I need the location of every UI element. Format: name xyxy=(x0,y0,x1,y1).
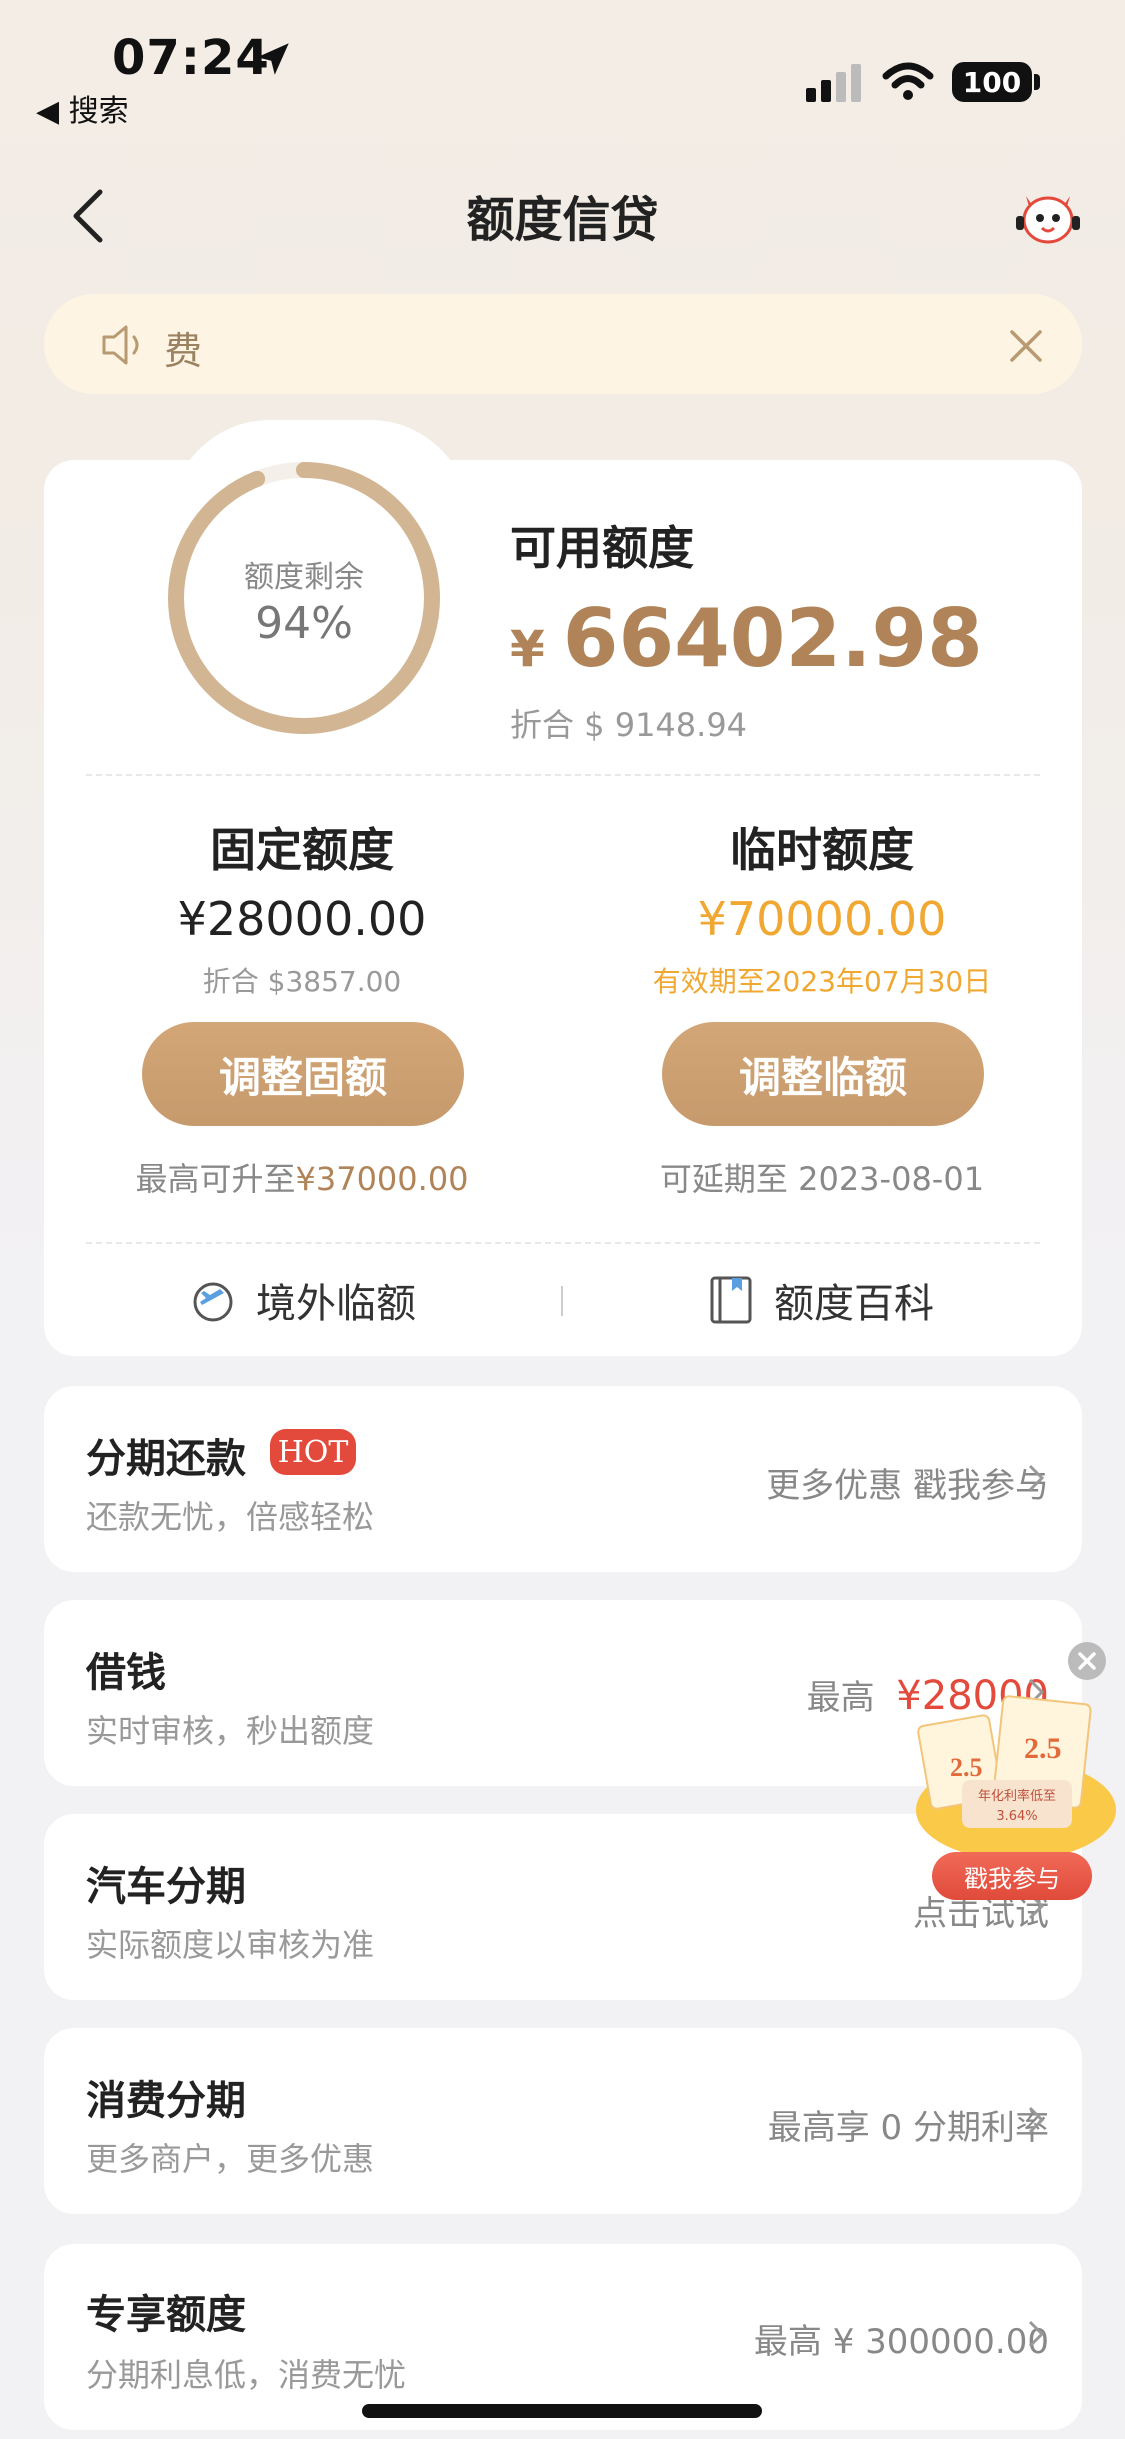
promo-rate-line1: 年化利率低至 xyxy=(978,1788,1056,1804)
fixed-credit-max-note: 最高可升至¥37000.00 xyxy=(42,1154,562,1200)
divider xyxy=(86,1242,1040,1244)
battery-indicator: 100 xyxy=(952,62,1032,102)
row-subtitle: 分期利息低，消费无忧 xyxy=(86,2356,407,2394)
status-time: 07:24 xyxy=(112,30,270,86)
ring-label: 额度剩余 xyxy=(244,560,364,595)
available-credit-usd: 折合 $ 9148.94 xyxy=(510,706,748,744)
battery-tip xyxy=(1034,74,1040,90)
available-amount-value: 66402.98 xyxy=(562,592,983,685)
chevron-right-icon xyxy=(1028,2320,1045,2348)
row-subtitle: 实际额度以审核为准 xyxy=(86,1926,375,1964)
promo-rate-line2: 3.64% xyxy=(996,1809,1037,1824)
row-title: 借钱 xyxy=(86,1650,166,1696)
overseas-temp-credit-link[interactable]: 境外临额 xyxy=(188,1270,416,1330)
promo-figure-big: 2.5 xyxy=(1024,1732,1062,1765)
mascot-assistant-icon[interactable] xyxy=(1012,186,1084,246)
available-credit-label: 可用额度 xyxy=(510,521,694,575)
book-icon xyxy=(710,1276,752,1324)
notice-text: 费 xyxy=(164,329,203,373)
promo-join-button[interactable]: 戳我参与 xyxy=(932,1852,1092,1900)
temp-credit-amount: ¥70000.00 xyxy=(697,892,947,946)
row-subtitle: 还款无忧，倍感轻松 xyxy=(86,1498,375,1536)
fixed-note-prefix: 最高可升至 xyxy=(135,1160,296,1198)
row-subtitle: 实时审核，秒出额度 xyxy=(86,1712,375,1750)
fixed-credit-title: 固定额度 xyxy=(210,823,394,877)
fixed-credit-amount: ¥28000.00 xyxy=(177,892,427,946)
row-title: 专享额度 xyxy=(86,2292,246,2338)
row-subtitle: 更多商户，更多优惠 xyxy=(86,2140,375,2178)
currency-symbol: ¥ xyxy=(510,620,545,678)
cellular-signal-icon xyxy=(806,64,861,102)
back-to-search-link[interactable]: ◀ 搜索 xyxy=(36,86,129,130)
chevron-right-icon xyxy=(1028,1464,1045,1492)
temp-credit-extend-note: 可延期至 2023-08-01 xyxy=(659,1160,985,1198)
promo-close-button[interactable] xyxy=(1068,1642,1106,1680)
row-title: 分期还款 xyxy=(86,1436,246,1482)
hot-badge: HOT xyxy=(270,1429,356,1475)
promo-figure-small: 2.5 xyxy=(950,1753,983,1782)
max-prefix: 最高 xyxy=(806,1678,875,1718)
location-arrow-icon xyxy=(257,43,289,75)
overseas-link-label: 境外临额 xyxy=(256,1281,416,1327)
speaker-icon xyxy=(102,325,139,365)
close-icon[interactable] xyxy=(1006,326,1046,366)
temp-credit-title: 临时额度 xyxy=(730,823,914,877)
home-indicator[interactable] xyxy=(362,2404,762,2418)
link-divider xyxy=(561,1286,563,1316)
wiki-link-label: 额度百科 xyxy=(774,1281,934,1327)
row-right-text: 最高享 0 分期利率 xyxy=(767,2108,1049,2148)
divider xyxy=(86,774,1040,776)
adjust-temp-credit-button[interactable]: 调整临额 xyxy=(662,1022,984,1126)
available-credit-amount: ¥66402.98 xyxy=(510,592,983,685)
page-title: 额度信贷 xyxy=(466,192,659,248)
ring-percent: 94% xyxy=(255,598,353,649)
temp-credit-validity: 有效期至2023年07月30日 xyxy=(652,965,992,998)
row-title: 消费分期 xyxy=(86,2078,246,2124)
credit-wiki-link[interactable]: 额度百科 xyxy=(706,1270,934,1330)
row-title: 汽车分期 xyxy=(86,1864,246,1910)
wifi-icon xyxy=(882,62,934,100)
adjust-fixed-credit-button[interactable]: 调整固额 xyxy=(142,1022,464,1126)
row-right-text: 最高 ¥ 300000.00 xyxy=(753,2322,1049,2362)
row-right-text: 更多优惠 戳我参与 xyxy=(766,1466,1049,1506)
chevron-right-icon xyxy=(1028,2106,1045,2134)
close-icon xyxy=(1078,1652,1096,1670)
plane-globe-icon xyxy=(193,1282,233,1322)
fixed-note-value: ¥37000.00 xyxy=(295,1160,469,1198)
fixed-credit-usd: 折合 $3857.00 xyxy=(202,965,402,998)
